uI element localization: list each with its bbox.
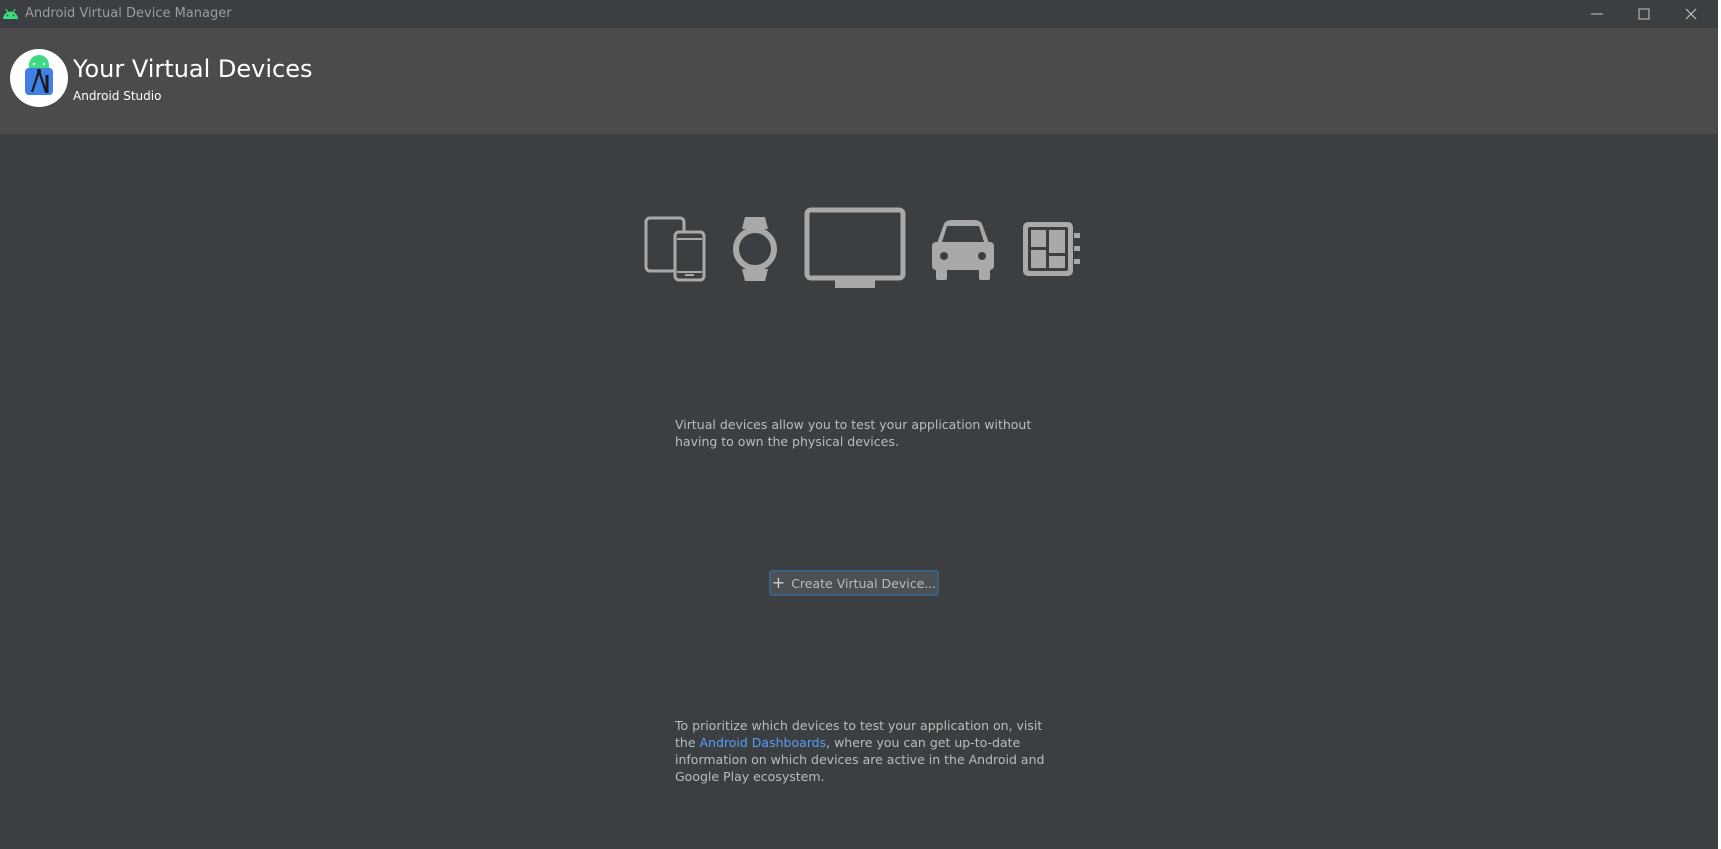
android-icon	[3, 8, 18, 19]
tv-icon	[804, 207, 906, 288]
description-text: Virtual devices allow you to test your a…	[675, 417, 1032, 449]
phone-tablet-icon	[644, 216, 706, 282]
android-studio-logo-icon	[25, 55, 53, 95]
minimize-button[interactable]	[1574, 0, 1620, 28]
watch-icon	[733, 217, 777, 281]
car-icon	[932, 220, 994, 280]
close-button[interactable]	[1668, 0, 1714, 28]
close-icon	[1685, 8, 1697, 20]
maximize-icon	[1638, 8, 1650, 20]
avd-manager-window: Android Virtual Device Manager Your Virt…	[0, 0, 1721, 849]
things-icon	[1023, 222, 1080, 276]
header-banner: Your Virtual Devices Android Studio	[0, 28, 1718, 134]
android-dashboards-link[interactable]: Android Dashboards	[700, 735, 827, 750]
dashboards-info-text: To prioritize which devices to test your…	[675, 717, 1045, 785]
page-subtitle: Android Studio	[73, 89, 162, 103]
create-virtual-device-button[interactable]: + Create Virtual Device...	[769, 570, 939, 596]
plus-icon: +	[771, 573, 786, 592]
create-button-label: Create Virtual Device...	[791, 575, 937, 591]
page-title: Your Virtual Devices	[73, 55, 313, 83]
title-bar[interactable]: Android Virtual Device Manager	[0, 0, 1718, 28]
device-types-illustration	[640, 205, 1085, 290]
maximize-button[interactable]	[1621, 0, 1667, 28]
minimize-icon	[1591, 13, 1603, 15]
logo	[10, 49, 68, 107]
window-title: Android Virtual Device Manager	[25, 6, 232, 21]
